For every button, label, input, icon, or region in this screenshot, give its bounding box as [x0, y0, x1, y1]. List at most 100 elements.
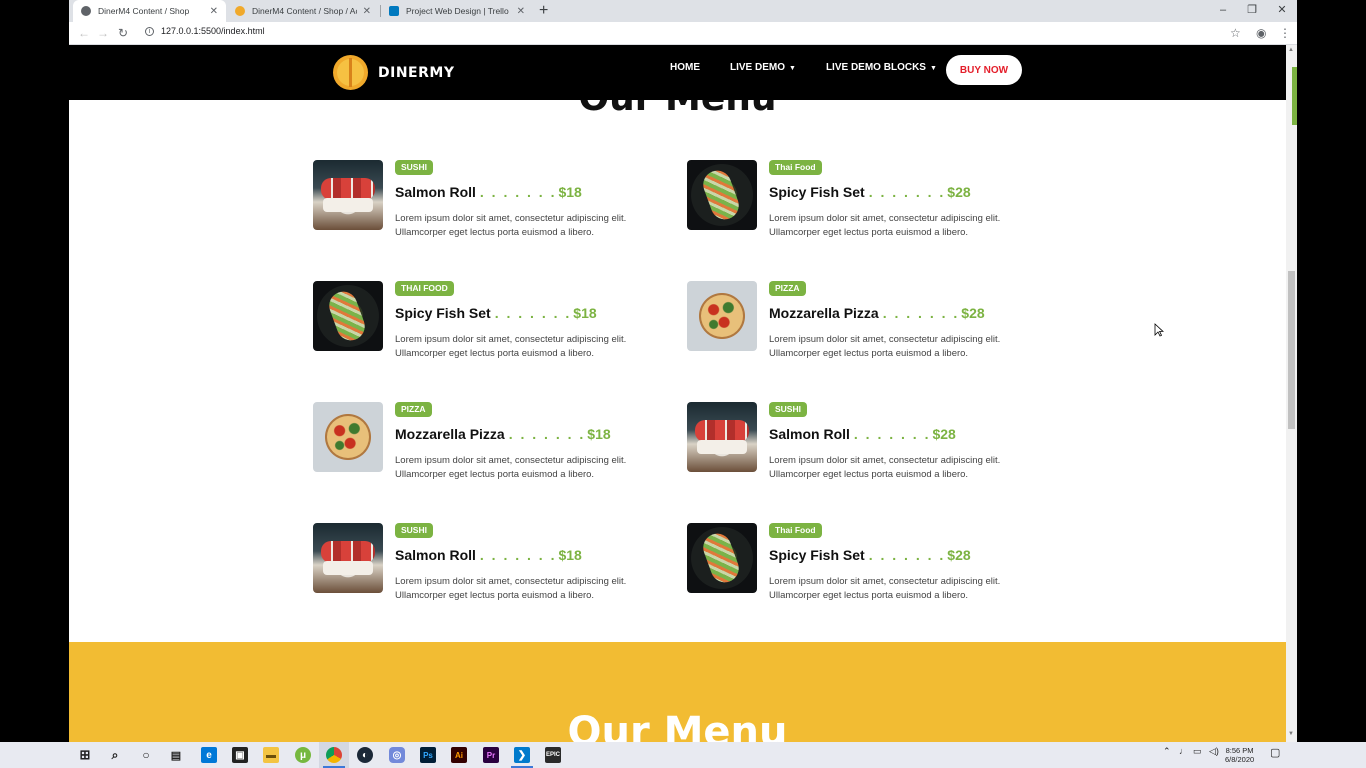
item-description: Lorem ipsum dolor sit amet, consectetur …	[769, 213, 1001, 238]
vscode-icon[interactable]: ❯	[514, 747, 530, 763]
scrollbar-thumb[interactable]	[1288, 271, 1295, 429]
category-badge: Thai Food	[769, 523, 822, 538]
item-description: Lorem ipsum dolor sit amet, consectetur …	[395, 455, 627, 480]
network-icon[interactable]: ▭	[1193, 746, 1202, 757]
food-image	[687, 160, 757, 230]
system-clock[interactable]: 8:56 PM 6/8/2020	[1225, 746, 1254, 764]
item-title-line: Mozzarella Pizza. . . . . . . $18	[395, 426, 611, 442]
menu-item[interactable]: THAI FOOD Spicy Fish Set. . . . . . . $18…	[313, 281, 643, 359]
start-icon[interactable]: ⊞	[77, 747, 93, 763]
item-dots: . . . . . . .	[494, 305, 572, 321]
minimize-icon[interactable]: –	[1208, 1, 1238, 19]
edge-icon[interactable]: e	[201, 747, 217, 763]
brand-name: DINERMY	[378, 64, 455, 81]
forward-icon[interactable]: →	[97, 25, 109, 41]
reload-icon[interactable]: ↻	[118, 25, 128, 41]
url-field[interactable]: i 127.0.0.1:5500/index.html	[145, 26, 265, 36]
item-name: Spicy Fish Set	[769, 184, 865, 200]
food-image	[313, 402, 383, 472]
category-badge: PIZZA	[395, 402, 432, 417]
bookmark-star-icon[interactable]: ☆	[1230, 25, 1241, 41]
scroll-down-icon[interactable]: ▼	[1288, 731, 1294, 737]
item-description: Lorem ipsum dolor sit amet, consectetur …	[395, 213, 627, 238]
microphone-icon[interactable]: ♩	[1179, 746, 1188, 756]
tray-chevron-icon[interactable]: ⌃	[1163, 746, 1171, 757]
item-description: Lorem ipsum dolor sit amet, consectetur …	[395, 334, 627, 359]
profile-icon[interactable]: ◉	[1256, 25, 1266, 41]
food-image	[313, 160, 383, 230]
close-tab-icon[interactable]: ✕	[517, 6, 525, 17]
close-tab-icon[interactable]: ✕	[363, 6, 371, 17]
epic-games-icon[interactable]: EPIC	[545, 747, 561, 763]
tab-title: DinerM4 Content / Shop	[98, 6, 190, 16]
url-text: 127.0.0.1:5500/index.html	[161, 26, 265, 36]
tab-dinerm4-accordion[interactable]: DinerM4 Content / Shop / Accor ✕	[227, 0, 379, 22]
windows-taskbar: ⊞ ⌕ ○ ▤ e ▣ ▬ μ ◐ ◎ Ps Ai Pr ❯ EPIC ⌃ ♩ …	[0, 742, 1366, 768]
close-tab-icon[interactable]: ✕	[210, 6, 218, 17]
item-price: $28	[961, 305, 985, 321]
search-icon[interactable]: ⌕	[107, 747, 123, 763]
item-dots: . . . . . . .	[882, 305, 960, 321]
tab-dinerm4-shop[interactable]: DinerM4 Content / Shop ✕	[73, 0, 226, 22]
item-title-line: Salmon Roll. . . . . . . $18	[395, 547, 582, 563]
menu-item[interactable]: PIZZA Mozzarella Pizza. . . . . . . $18 L…	[313, 402, 643, 480]
store-icon[interactable]: ▣	[232, 747, 248, 763]
back-icon[interactable]: ←	[78, 25, 90, 41]
menu-item[interactable]: SUSHI Salmon Roll. . . . . . . $28 Lorem …	[687, 402, 1017, 480]
food-image	[687, 523, 757, 593]
chrome-icon[interactable]	[326, 747, 342, 763]
nav-home[interactable]: HOME	[670, 62, 700, 73]
tab-title: Project Web Design | Trello	[406, 6, 509, 16]
item-name: Spicy Fish Set	[395, 305, 491, 321]
nav-label: LIVE DEMO	[730, 62, 786, 73]
info-icon[interactable]: i	[145, 26, 154, 36]
cortana-icon[interactable]: ○	[138, 747, 154, 763]
utorrent-icon[interactable]: μ	[295, 747, 311, 763]
volume-icon[interactable]: ◁)	[1209, 746, 1219, 757]
item-description: Lorem ipsum dolor sit amet, consectetur …	[769, 455, 1001, 480]
caret-down-icon: ▼	[929, 65, 937, 72]
menu-item[interactable]: Thai Food Spicy Fish Set. . . . . . . $28…	[687, 160, 1017, 238]
item-title-line: Spicy Fish Set. . . . . . . $18	[395, 305, 597, 321]
scroll-progress-indicator	[1292, 67, 1297, 125]
page-scrollbar[interactable]: ▲ ▼	[1286, 45, 1297, 742]
nav-label: LIVE DEMO BLOCKS	[825, 62, 926, 73]
discord-icon[interactable]: ◎	[389, 747, 405, 763]
menu-item[interactable]: SUSHI Salmon Roll. . . . . . . $18 Lorem …	[313, 160, 643, 238]
close-window-icon[interactable]: ✕	[1267, 1, 1297, 19]
item-title-line: Salmon Roll. . . . . . . $28	[769, 426, 956, 442]
food-image	[687, 281, 757, 351]
food-image	[313, 523, 383, 593]
premiere-icon[interactable]: Pr	[483, 747, 499, 763]
item-price: $28	[947, 184, 971, 200]
restore-icon[interactable]: ❐	[1237, 1, 1267, 19]
task-view-icon[interactable]: ▤	[168, 747, 184, 763]
category-badge: Thai Food	[769, 160, 822, 175]
brand-logo[interactable]: DINERMY	[333, 55, 454, 90]
tab-trello[interactable]: Project Web Design | Trello ✕	[381, 0, 533, 22]
illustrator-icon[interactable]: Ai	[451, 747, 467, 763]
steam-icon[interactable]: ◐	[357, 747, 373, 763]
nav-live-demo[interactable]: LIVE DEMO ▼	[730, 62, 796, 73]
item-title-line: Spicy Fish Set. . . . . . . $28	[769, 184, 971, 200]
nav-live-demo-blocks[interactable]: LIVE DEMO BLOCKS ▼	[826, 62, 937, 73]
menu-item[interactable]: SUSHI Salmon Roll. . . . . . . $18 Lorem …	[313, 523, 643, 601]
file-explorer-icon[interactable]: ▬	[263, 747, 279, 763]
food-image	[313, 281, 383, 351]
category-badge: SUSHI	[395, 160, 433, 175]
item-price: $18	[587, 426, 611, 442]
item-name: Salmon Roll	[395, 547, 476, 563]
category-badge: SUSHI	[395, 523, 433, 538]
menu-item[interactable]: Thai Food Spicy Fish Set. . . . . . . $28…	[687, 523, 1017, 601]
category-badge: PIZZA	[769, 281, 806, 296]
notifications-icon[interactable]: ▢	[1270, 746, 1280, 759]
scroll-up-icon[interactable]: ▲	[1288, 47, 1294, 53]
item-name: Salmon Roll	[769, 426, 850, 442]
address-bar: ← → ↻ i 127.0.0.1:5500/index.html ☆ ◉ ⋮	[69, 22, 1297, 45]
buy-now-button[interactable]: BUY NOW	[946, 55, 1022, 85]
menu-item[interactable]: PIZZA Mozzarella Pizza. . . . . . . $28 L…	[687, 281, 1017, 359]
item-price: $18	[558, 547, 582, 563]
photoshop-icon[interactable]: Ps	[420, 747, 436, 763]
menu-dots-icon[interactable]: ⋮	[1279, 25, 1291, 41]
new-tab-icon[interactable]: +	[539, 2, 548, 20]
